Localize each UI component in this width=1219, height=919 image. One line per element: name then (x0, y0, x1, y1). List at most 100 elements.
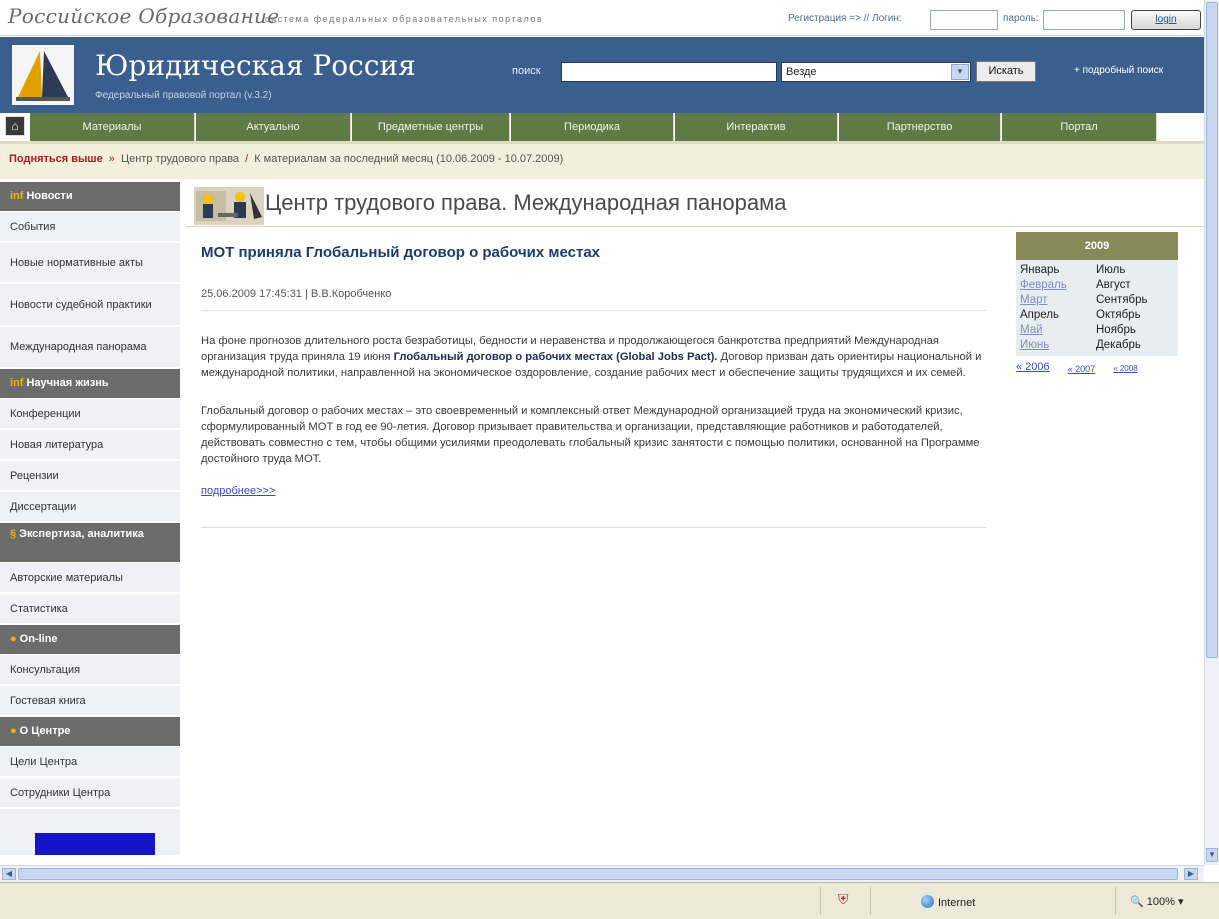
sidebar-section-about[interactable]: ● О Центре (0, 717, 180, 747)
month-march-link[interactable]: Март (1020, 293, 1096, 307)
breadcrumb-arrow: » (108, 153, 115, 165)
calendar-year-links: « 2006 « 2007 « 2008 (1016, 361, 1178, 374)
sidebar-item-dissertations[interactable]: Диссертации (0, 492, 180, 523)
scroll-down-icon[interactable]: ▼ (1206, 848, 1218, 862)
search-input[interactable] (561, 62, 777, 82)
login-button[interactable]: login (1131, 10, 1201, 30)
sidebar-section-title: Научная жизнь (26, 377, 109, 389)
page-title: Центр трудового права. Международная пан… (265, 190, 787, 215)
scroll-right-icon[interactable]: ▶ (1184, 868, 1198, 880)
month-may-link[interactable]: Май (1020, 323, 1096, 337)
article-author: В.В.Коробченко (310, 288, 392, 300)
sidebar-item-guestbook[interactable]: Гостевая книга (0, 686, 180, 717)
vertical-scroll-thumb[interactable] (1206, 2, 1218, 658)
sidebar: inf Новости События Новые нормативные акт… (0, 182, 180, 855)
sidebar-item-center-goals[interactable]: Цели Центра (0, 747, 180, 778)
article-meta: 25.06.2009 17:45:31 | В.В.Коробченко (201, 288, 986, 300)
sidebar-item-reviews[interactable]: Рецензии (0, 461, 180, 492)
info-icon: inf (10, 377, 24, 389)
nav-item-materials[interactable]: Материалы (30, 113, 195, 141)
security-zone[interactable]: Internet (921, 895, 975, 909)
year-2006-link[interactable]: « 2006 (1016, 361, 1050, 374)
calendar-year: 2009 (1016, 232, 1178, 260)
sidebar-section-expertise[interactable]: § Экспертиза, аналитика (0, 523, 180, 563)
sidebar-item-new-acts[interactable]: Новые нормативные акты (0, 243, 180, 284)
partner-banner[interactable] (35, 833, 155, 855)
breadcrumb-center-link[interactable]: Центр трудового права (121, 153, 239, 165)
archive-calendar: 2009 Январь Июль Февраль Август Март Сен… (1016, 232, 1178, 374)
month-september: Сентябрь (1096, 294, 1148, 306)
globe-icon (921, 895, 934, 908)
sidebar-item-center-staff[interactable]: Сотрудники Центра (0, 778, 180, 809)
calendar-months: Январь Июль Февраль Август Март Сентябрь… (1016, 260, 1178, 356)
sidebar-item-author-materials[interactable]: Авторские материалы (0, 563, 180, 594)
meta-separator: | (305, 288, 308, 300)
sidebar-item-new-literature[interactable]: Новая литература (0, 430, 180, 461)
divider (201, 527, 986, 528)
register-login-label[interactable]: Регистрация => // Логин: (788, 13, 902, 24)
breadcrumb: Подняться выше » Центр трудового права /… (0, 141, 1219, 179)
article-headline[interactable]: МОТ приняла Глобальный договор о рабочих… (201, 244, 986, 261)
zoom-level[interactable]: 🔍 100% ▾ (1130, 895, 1183, 908)
month-june-link[interactable]: Июнь (1020, 338, 1096, 352)
sidebar-item-court-news[interactable]: Новости судебной практики (0, 284, 180, 327)
status-divider (870, 887, 871, 915)
workers-picture-icon (194, 187, 264, 225)
breadcrumb-up-link[interactable]: Подняться выше (9, 153, 103, 165)
status-divider (820, 887, 821, 915)
sidebar-section-science[interactable]: inf Научная жизнь (0, 369, 180, 399)
nav-item-periodicals[interactable]: Периодика (511, 113, 674, 141)
nav-item-subject-centers[interactable]: Предметные центры (352, 113, 510, 141)
read-more-link[interactable]: подробнее>>> (201, 485, 986, 497)
bullet-icon: ● (10, 633, 17, 645)
month-august: Август (1096, 279, 1131, 291)
month-december: Декабрь (1096, 339, 1141, 351)
sidebar-item-consultation[interactable]: Консультация (0, 655, 180, 686)
horizontal-scroll-thumb[interactable] (18, 868, 1178, 880)
year-2008-link[interactable]: « 2008 (1113, 364, 1137, 374)
sidebar-section-title: Экспертиза, аналитика (19, 528, 144, 540)
sidebar-item-international[interactable]: Международная панорама (0, 327, 180, 369)
article: МОТ приняла Глобальный договор о рабочих… (201, 244, 986, 528)
year-2007-link[interactable]: « 2007 (1068, 364, 1096, 374)
browser-status-bar: ⛨ Internet 🔍 100% ▾ (0, 882, 1219, 919)
nav-item-partnership[interactable]: Партнерство (839, 113, 1001, 141)
month-november: Ноябрь (1096, 324, 1136, 336)
month-july: Июль (1096, 264, 1126, 276)
search-button[interactable]: Искать (976, 61, 1036, 82)
chevron-down-icon[interactable]: ▼ (951, 64, 969, 80)
sidebar-item-events[interactable]: События (0, 212, 180, 243)
login-input[interactable] (930, 10, 998, 30)
search-scope-select[interactable]: Везде ▼ (781, 62, 971, 82)
security-shield-icon[interactable]: ⛨ (838, 891, 849, 908)
page-title-bar: Центр трудового права. Международная пан… (186, 182, 1204, 227)
sidebar-section-news[interactable]: inf Новости (0, 182, 180, 212)
sidebar-banner-area (0, 809, 180, 855)
bullet-icon: ● (10, 725, 17, 737)
vertical-scrollbar[interactable]: ▼ (1204, 0, 1219, 865)
sidebar-section-online[interactable]: ● On-line (0, 625, 180, 655)
sidebar-section-title: О Центре (19, 725, 71, 737)
password-input[interactable] (1043, 10, 1125, 30)
nav-item-actual[interactable]: Актуально (196, 113, 351, 141)
month-october: Октябрь (1096, 309, 1141, 321)
horizontal-scrollbar[interactable]: ◀ ▶ (0, 865, 1204, 882)
nav-item-portal[interactable]: Портал (1002, 113, 1157, 141)
scroll-left-icon[interactable]: ◀ (2, 868, 16, 880)
paragraph-bold-text: Глобальный договор о рабочих местах (Glo… (393, 351, 718, 363)
sidebar-item-conferences[interactable]: Конференции (0, 399, 180, 430)
home-icon[interactable]: ⌂ (5, 116, 25, 136)
site-emblem-icon[interactable] (12, 45, 74, 105)
nav-item-interactive[interactable]: Интерактив (675, 113, 838, 141)
sidebar-item-statistics[interactable]: Статистика (0, 594, 180, 625)
month-april: Апрель (1020, 309, 1060, 321)
top-strip: Российское Образование система федеральн… (0, 0, 1219, 36)
month-february-link[interactable]: Февраль (1020, 278, 1096, 292)
advanced-search-link[interactable]: + подробный поиск (1074, 65, 1163, 76)
zone-label: Internet (938, 897, 976, 909)
breadcrumb-separator: / (245, 153, 249, 165)
site-title[interactable]: Юридическая Россия (95, 49, 416, 82)
russian-education-logo[interactable]: Российское Образование (8, 4, 279, 28)
site-header: Юридическая Россия Федеральный правовой … (0, 37, 1219, 113)
status-divider (1115, 887, 1116, 915)
